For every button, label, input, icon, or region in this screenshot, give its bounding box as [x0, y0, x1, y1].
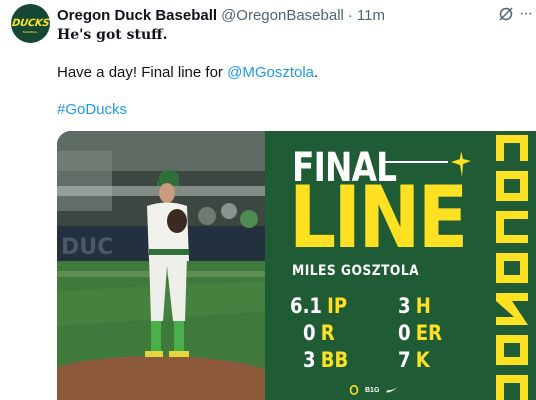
- tweet-media[interactable]: DUC FINAL LINE MILES GOSZTOLA 6.1 IP 3H 0…: [57, 131, 536, 400]
- stat-value: 0: [398, 321, 411, 345]
- avatar-logo-text: DUCKS: [11, 18, 50, 29]
- more-options-icon[interactable]: ···: [519, 5, 533, 23]
- swoosh-icon: [386, 387, 399, 393]
- stat-k: 7K: [398, 348, 430, 372]
- author-avatar[interactable]: DUCKS BASEBALL: [11, 4, 50, 43]
- stat-h: 3H: [398, 294, 431, 318]
- stat-er: 0 ER: [398, 321, 442, 345]
- avatar-sub-text: BASEBALL: [22, 30, 39, 34]
- tweet-headline: He's got stuff.: [57, 27, 168, 43]
- tweet-body: Have a day! Final line for @MGosztola.: [57, 64, 318, 81]
- stat-label: IP: [327, 294, 348, 318]
- oregon-o-icon: [349, 385, 359, 395]
- big-ten-logo-text: B1G: [365, 386, 380, 394]
- stat-label: H: [415, 294, 431, 318]
- header-separator: ·: [347, 6, 353, 24]
- tweet-header: Oregon Duck Baseball @OregonBaseball · 1…: [57, 5, 516, 25]
- stat-label: ER: [415, 321, 442, 345]
- tweet-body-prefix: Have a day! Final line for: [57, 64, 228, 81]
- author-handle[interactable]: @OregonBaseball: [221, 7, 344, 24]
- tweet-body-suffix: .: [314, 64, 319, 81]
- title-rule: [383, 161, 448, 163]
- tweet-timestamp[interactable]: 11m: [357, 7, 385, 24]
- svg-text:DUC: DUC: [61, 235, 113, 260]
- stat-label: R: [320, 321, 335, 345]
- mention-link[interactable]: @MGosztola: [227, 64, 314, 81]
- stat-value: 0: [303, 321, 316, 345]
- stat-ip: 6.1 IP: [290, 294, 347, 318]
- stat-value: 3: [398, 294, 411, 318]
- pitcher-photo: DUC: [57, 131, 265, 400]
- player-name: MILES GOSZTOLA: [292, 263, 420, 279]
- stat-value: 6.1: [290, 294, 322, 318]
- oregon-wordmark-vertical: [492, 131, 532, 400]
- grok-icon[interactable]: [498, 6, 514, 22]
- stat-bb: 3 BB: [303, 348, 348, 372]
- hashtag-link[interactable]: #GoDucks: [57, 101, 127, 118]
- stat-label: K: [415, 348, 430, 372]
- sponsor-logos: B1G: [349, 385, 399, 395]
- stat-value: 3: [303, 348, 316, 372]
- final-line-graphic: FINAL LINE MILES GOSZTOLA 6.1 IP 3H 0R 0E…: [265, 131, 536, 400]
- stat-value: 7: [398, 348, 411, 372]
- stat-r: 0R: [303, 321, 335, 345]
- stat-label: BB: [320, 348, 349, 372]
- graphic-title-line: LINE: [289, 168, 468, 268]
- author-name[interactable]: Oregon Duck Baseball: [57, 7, 217, 24]
